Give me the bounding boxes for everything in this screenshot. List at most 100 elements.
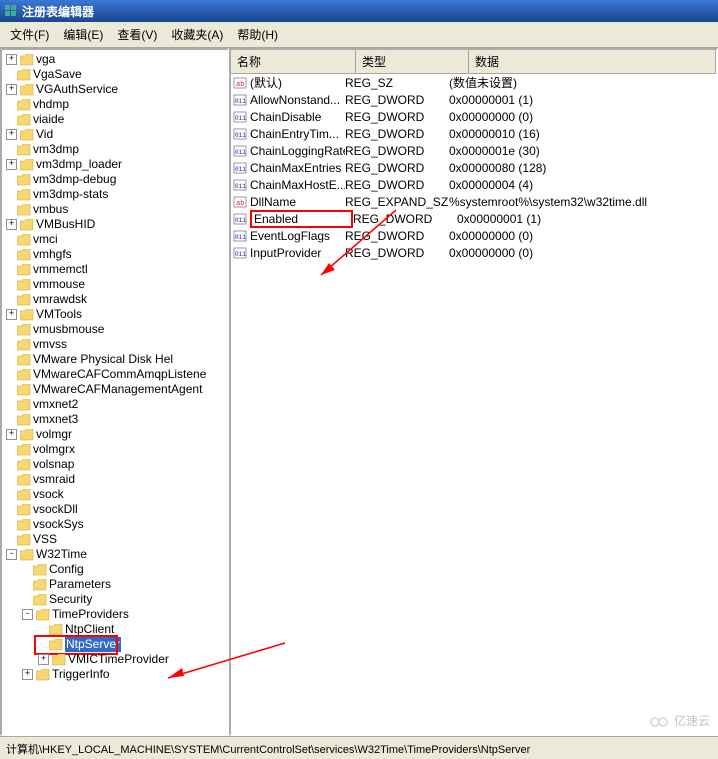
tree-item[interactable]: VMwareCAFManagementAgent xyxy=(6,382,227,397)
tree-item[interactable]: +VMTools xyxy=(6,307,227,322)
tree-item[interactable]: vhdmp xyxy=(6,97,227,112)
value-row[interactable]: 011ChainLoggingRateREG_DWORD0x0000001e (… xyxy=(231,142,716,159)
folder-icon xyxy=(33,594,47,606)
tree-item[interactable]: vmrawdsk xyxy=(6,292,227,307)
tree-item[interactable]: +VMICTimeProvider xyxy=(38,652,227,667)
tree-item[interactable]: + TriggerInfo xyxy=(22,667,227,682)
tree-item[interactable]: VSS xyxy=(6,532,227,547)
tree-item[interactable]: +vga xyxy=(6,52,227,67)
tree-item-label: vmxnet2 xyxy=(33,397,78,412)
menu-help[interactable]: 帮助(H) xyxy=(231,24,284,45)
tree-item[interactable]: VMwareCAFCommAmqpListene xyxy=(6,367,227,382)
menu-favorites[interactable]: 收藏夹(A) xyxy=(165,24,229,45)
tree-item-label: NtpClient xyxy=(65,622,114,637)
expand-icon[interactable]: + xyxy=(22,669,33,680)
tree-pane[interactable]: +vgaVgaSave+VGAuthServicevhdmpviaide+Vid… xyxy=(0,48,229,736)
tree-item[interactable]: vm3dmp xyxy=(6,142,227,157)
tree-item[interactable]: viaide xyxy=(6,112,227,127)
expand-icon[interactable]: + xyxy=(6,54,17,65)
col-type-header[interactable]: 类型 xyxy=(356,50,469,73)
value-name: ChainMaxEntries xyxy=(250,161,345,175)
values-pane[interactable]: 名称 类型 数据 ab(默认)REG_SZ(数值未设置)011AllowNons… xyxy=(229,48,718,736)
expand-icon[interactable]: + xyxy=(6,84,17,95)
expand-icon[interactable]: + xyxy=(6,129,17,140)
tree-item[interactable]: vmxnet3 xyxy=(6,412,227,427)
tree-item[interactable]: +vm3dmp_loader xyxy=(6,157,227,172)
expand-icon[interactable]: + xyxy=(6,309,17,320)
menu-file[interactable]: 文件(F) xyxy=(4,24,55,45)
tree-item[interactable]: -TimeProviders xyxy=(22,607,227,622)
tree-item[interactable]: VgaSave xyxy=(6,67,227,82)
tree-item[interactable]: vmvss xyxy=(6,337,227,352)
col-data-header[interactable]: 数据 xyxy=(469,50,716,73)
svg-text:011: 011 xyxy=(235,132,246,139)
tree-item-label: vsmraid xyxy=(33,472,75,487)
tree-item-label: vmmouse xyxy=(33,277,85,292)
folder-icon xyxy=(49,624,63,636)
tree-item[interactable]: vmhgfs xyxy=(6,247,227,262)
tree-item[interactable]: Parameters xyxy=(22,577,227,592)
value-row[interactable]: abDllNameREG_EXPAND_SZ%systemroot%\syste… xyxy=(231,193,716,210)
value-row[interactable]: 011ChainEntryTim...REG_DWORD0x00000010 (… xyxy=(231,125,716,142)
value-row[interactable]: 011ChainMaxHostE...REG_DWORD0x00000004 (… xyxy=(231,176,716,193)
tree-item[interactable]: -W32Time xyxy=(6,547,227,562)
value-row[interactable]: 011InputProviderREG_DWORD0x00000000 (0) xyxy=(231,244,716,261)
folder-icon xyxy=(20,429,34,441)
value-row[interactable]: 011EnabledREG_DWORD0x00000001 (1) xyxy=(231,210,716,227)
expand-icon[interactable]: - xyxy=(22,609,33,620)
tree-item[interactable]: Config xyxy=(22,562,227,577)
tree-item[interactable]: volsnap xyxy=(6,457,227,472)
tree-item[interactable]: +VMBusHID xyxy=(6,217,227,232)
value-name: EventLogFlags xyxy=(250,229,345,243)
tree-item[interactable]: volmgrx xyxy=(6,442,227,457)
tree-item[interactable]: NtpServer xyxy=(38,637,227,652)
col-name-header[interactable]: 名称 xyxy=(231,50,356,73)
tree-item[interactable]: NtpClient xyxy=(38,622,227,637)
tree-item[interactable]: vmmouse xyxy=(6,277,227,292)
value-row[interactable]: 011ChainDisableREG_DWORD0x00000000 (0) xyxy=(231,108,716,125)
value-row[interactable]: 011AllowNonstand...REG_DWORD0x00000001 (… xyxy=(231,91,716,108)
tree-item[interactable]: vmci xyxy=(6,232,227,247)
svg-text:011: 011 xyxy=(235,183,246,190)
expand-icon[interactable]: + xyxy=(6,429,17,440)
tree-item-label: viaide xyxy=(33,112,64,127)
value-data: 0x00000000 (0) xyxy=(449,229,714,243)
svg-text:ab: ab xyxy=(236,81,244,89)
menu-edit[interactable]: 编辑(E) xyxy=(57,24,109,45)
expand-icon[interactable]: - xyxy=(6,549,17,560)
tree-item-label: Security xyxy=(49,592,92,607)
tree-item[interactable]: vsockDll xyxy=(6,502,227,517)
tree-item[interactable]: VMware Physical Disk Hel xyxy=(6,352,227,367)
value-row[interactable]: 011ChainMaxEntriesREG_DWORD0x00000080 (1… xyxy=(231,159,716,176)
menu-view[interactable]: 查看(V) xyxy=(111,24,163,45)
binary-icon: 011 xyxy=(233,246,247,260)
folder-icon xyxy=(17,114,31,126)
tree-item[interactable]: vmbus xyxy=(6,202,227,217)
tree-item[interactable]: vmxnet2 xyxy=(6,397,227,412)
tree-item-label: VgaSave xyxy=(33,67,82,82)
tree-item-label: vsockDll xyxy=(33,502,78,517)
tree-item[interactable]: vmmemctl xyxy=(6,262,227,277)
tree-item[interactable]: vsmraid xyxy=(6,472,227,487)
folder-icon xyxy=(17,354,31,366)
expand-icon[interactable]: + xyxy=(6,219,17,230)
expand-icon[interactable]: + xyxy=(6,159,17,170)
tree-item[interactable]: vsock xyxy=(6,487,227,502)
tree-item[interactable]: +Vid xyxy=(6,127,227,142)
value-row[interactable]: ab(默认)REG_SZ(数值未设置) xyxy=(231,74,716,91)
expand-icon[interactable]: + xyxy=(38,654,49,665)
folder-icon xyxy=(52,654,66,666)
tree-item[interactable]: +VGAuthService xyxy=(6,82,227,97)
tree-item-label: TriggerInfo xyxy=(52,667,110,682)
folder-icon xyxy=(33,564,47,576)
tree-item[interactable]: vmusbmouse xyxy=(6,322,227,337)
list-body[interactable]: ab(默认)REG_SZ(数值未设置)011AllowNonstand...RE… xyxy=(231,74,716,734)
folder-icon xyxy=(17,339,31,351)
value-row[interactable]: 011EventLogFlagsREG_DWORD0x00000000 (0) xyxy=(231,227,716,244)
tree-item[interactable]: vm3dmp-debug xyxy=(6,172,227,187)
registry-tree[interactable]: +vgaVgaSave+VGAuthServicevhdmpviaide+Vid… xyxy=(2,50,227,684)
tree-item[interactable]: vm3dmp-stats xyxy=(6,187,227,202)
tree-item[interactable]: +volmgr xyxy=(6,427,227,442)
tree-item[interactable]: Security xyxy=(22,592,227,607)
tree-item[interactable]: vsockSys xyxy=(6,517,227,532)
